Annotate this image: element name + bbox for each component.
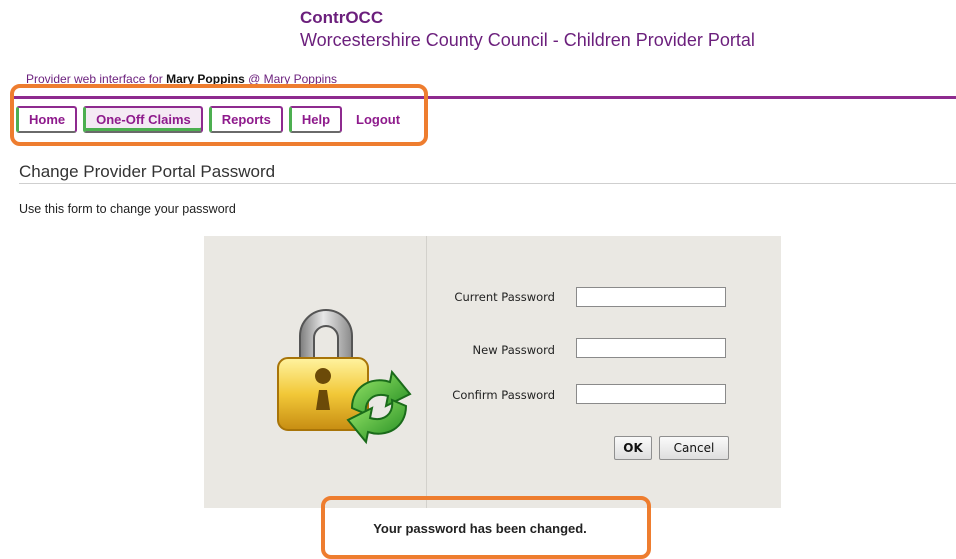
provider-name: Mary Poppins [166, 72, 245, 84]
confirm-password-input[interactable] [576, 384, 726, 404]
panel-divider [426, 236, 427, 508]
new-password-input[interactable] [576, 338, 726, 358]
provider-line-prefix: Provider web interface for [26, 72, 163, 84]
current-password-label: Current Password [454, 290, 555, 304]
header-subtitle: Worcestershire County Council - Children… [300, 30, 755, 50]
header-brand: ContrOCC [300, 8, 384, 27]
title-divider [19, 183, 956, 184]
intro-text: Use this form to change your password [19, 202, 236, 216]
message-highlight-box [321, 496, 651, 559]
new-password-label: New Password [472, 343, 555, 357]
provider-line: Provider web interface for Mary Poppins … [26, 72, 406, 84]
ok-button[interactable]: OK [614, 436, 652, 460]
provider-line-suffix: @ Mary Poppins [248, 72, 337, 84]
lock-icon [272, 298, 422, 448]
cancel-button[interactable]: Cancel [659, 436, 729, 460]
password-form-panel: Current Password New Password Confirm Pa… [204, 236, 781, 508]
current-password-input[interactable] [576, 287, 726, 307]
confirm-password-label: Confirm Password [452, 388, 555, 402]
page-title: Change Provider Portal Password [19, 162, 276, 181]
nav-highlight-box [10, 84, 428, 146]
